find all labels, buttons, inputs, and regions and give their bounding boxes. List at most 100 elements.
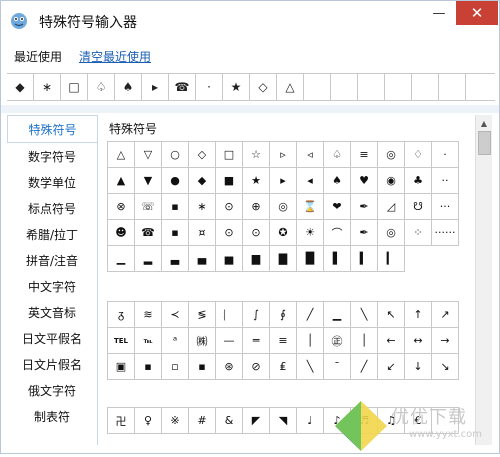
symbol-cell[interactable]: ▁ (324, 302, 351, 328)
symbol-cell[interactable]: ☆ (243, 142, 270, 168)
symbol-cell[interactable]: ₤ (270, 354, 297, 380)
symbol-cell[interactable]: ⊛ (216, 354, 243, 380)
symbol-cell[interactable]: ◆ (189, 168, 216, 194)
symbol-cell[interactable]: ·· (432, 168, 459, 194)
recent-used-label[interactable]: 最近使用 (14, 48, 62, 65)
recent-symbol-cell[interactable]: ∗ (34, 74, 61, 100)
symbol-cell[interactable]: ← (378, 328, 405, 354)
symbol-cell[interactable]: ▂ (135, 246, 162, 272)
symbol-cell[interactable]: ↘ (432, 354, 459, 380)
close-button[interactable]: ✕ (456, 1, 498, 25)
symbol-cell[interactable]: ♠ (324, 168, 351, 194)
symbol-cell[interactable]: ♤ (324, 142, 351, 168)
symbol-cell[interactable]: ☎ (135, 220, 162, 246)
symbol-cell[interactable]: ▪ (162, 194, 189, 220)
symbol-cell[interactable]: ▇ (270, 246, 297, 272)
symbol-cell[interactable]: ▹ (270, 142, 297, 168)
symbol-cell[interactable]: ▫ (162, 354, 189, 380)
symbol-cell[interactable]: ≋ (135, 302, 162, 328)
symbol-cell[interactable]: ■ (216, 168, 243, 194)
symbol-cell[interactable]: ⊕ (243, 194, 270, 220)
symbol-cell[interactable]: ♀ (135, 408, 162, 434)
symbol-cell[interactable]: ▁ (108, 246, 135, 272)
symbol-cell[interactable]: ▪ (135, 354, 162, 380)
symbol-cell[interactable]: ······ (432, 220, 459, 246)
symbol-cell[interactable]: ≺ (162, 302, 189, 328)
symbol-cell[interactable]: ◇ (189, 142, 216, 168)
symbol-cell[interactable]: ╱ (297, 302, 324, 328)
symbol-cell[interactable]: ◉ (378, 168, 405, 194)
sidebar-item-8[interactable]: 日文平假名 (7, 325, 97, 351)
sidebar-item-4[interactable]: 希腊/拉丁 (7, 221, 97, 247)
recent-symbol-cell[interactable]: · (196, 74, 223, 100)
sidebar-item-7[interactable]: 英文音标 (7, 299, 97, 325)
symbol-cell[interactable]: ╱ (351, 354, 378, 380)
symbol-cell[interactable]: ▲ (108, 168, 135, 194)
symbol-cell[interactable]: # (189, 408, 216, 434)
symbol-cell[interactable]: 卍 (108, 408, 135, 434)
symbol-cell[interactable]: ● (162, 168, 189, 194)
symbol-cell[interactable]: ᵃ (162, 328, 189, 354)
sidebar-item-5[interactable]: 拼音/注音 (7, 247, 97, 273)
symbol-cell[interactable]: ↗ (432, 302, 459, 328)
sidebar-item-10[interactable]: 俄文字符 (7, 377, 97, 403)
symbol-cell[interactable]: ◃ (297, 142, 324, 168)
symbol-cell[interactable]: ◿ (378, 194, 405, 220)
recent-symbol-cell[interactable] (331, 74, 358, 100)
symbol-cell[interactable]: · (432, 142, 459, 168)
sidebar-item-1[interactable]: 数字符号 (7, 143, 97, 169)
symbol-cell[interactable]: △ (108, 142, 135, 168)
symbol-cell[interactable]: ↖ (378, 302, 405, 328)
symbol-cell[interactable]: ⌒ (324, 220, 351, 246)
clear-recent-link[interactable]: 清空最近使用 (79, 48, 151, 65)
symbol-cell[interactable]: ∮ (270, 302, 297, 328)
symbol-cell[interactable]: ▽ (135, 142, 162, 168)
recent-symbol-cell[interactable] (358, 74, 385, 100)
scroll-up-icon[interactable]: ▲ (476, 115, 492, 131)
symbol-cell[interactable]: │ (297, 328, 324, 354)
symbol-cell[interactable]: ▆ (243, 246, 270, 272)
symbol-cell[interactable]: ◎ (270, 194, 297, 220)
symbol-cell[interactable]: │ (351, 328, 378, 354)
recent-symbol-cell[interactable]: ♤ (88, 74, 115, 100)
symbol-cell[interactable]: ✪ (270, 220, 297, 246)
sidebar-item-0[interactable]: 特殊符号 (7, 115, 97, 143)
symbol-cell[interactable]: — (216, 328, 243, 354)
recent-symbol-cell[interactable]: ★ (223, 74, 250, 100)
symbol-cell[interactable]: ¤ (189, 220, 216, 246)
vertical-scrollbar[interactable]: ▲ (475, 115, 492, 445)
symbol-cell[interactable]: █ (297, 246, 324, 272)
symbol-cell[interactable]: ⊘ (243, 354, 270, 380)
symbol-cell[interactable]: ¯ (324, 354, 351, 380)
recent-symbol-cell[interactable] (304, 74, 331, 100)
symbol-cell[interactable]: ○ (162, 142, 189, 168)
symbol-cell[interactable]: ▪ (189, 354, 216, 380)
symbol-cell[interactable]: ☀ (297, 220, 324, 246)
minimize-button[interactable]: — (424, 1, 454, 25)
recent-symbol-cell[interactable] (412, 74, 439, 100)
recent-symbol-cell[interactable]: ☎ (169, 74, 196, 100)
symbol-cell[interactable]: ♩ (297, 408, 324, 434)
symbol-cell[interactable]: ≡ (270, 328, 297, 354)
symbol-cell[interactable]: ♢ (405, 142, 432, 168)
symbol-cell[interactable]: ▌ (324, 246, 351, 272)
recent-symbol-cell[interactable]: ♠ (115, 74, 142, 100)
symbol-cell[interactable]: ↓ (405, 354, 432, 380)
symbol-cell[interactable]: & (216, 408, 243, 434)
symbol-cell[interactable]: ★ (243, 168, 270, 194)
symbol-cell[interactable]: ╲ (297, 354, 324, 380)
symbol-cell[interactable]: ㈱ (189, 328, 216, 354)
symbol-cell[interactable]: → (432, 328, 459, 354)
symbol-cell[interactable]: □ (216, 142, 243, 168)
symbol-cell[interactable]: ☻ (108, 220, 135, 246)
symbol-cell[interactable]: ◂ (297, 168, 324, 194)
symbol-cell[interactable]: ℡ (135, 328, 162, 354)
symbol-cell[interactable]: ♥ (351, 168, 378, 194)
symbol-cell[interactable]: ◎ (378, 220, 405, 246)
symbol-cell[interactable]: ♣ (405, 168, 432, 194)
symbol-cell[interactable]: ⊙ (216, 220, 243, 246)
symbol-cell[interactable]: ᵹ (108, 302, 135, 328)
symbol-cell[interactable]: ⊗ (108, 194, 135, 220)
symbol-cell[interactable]: ▸ (270, 168, 297, 194)
symbol-cell[interactable]: ▄ (189, 246, 216, 272)
